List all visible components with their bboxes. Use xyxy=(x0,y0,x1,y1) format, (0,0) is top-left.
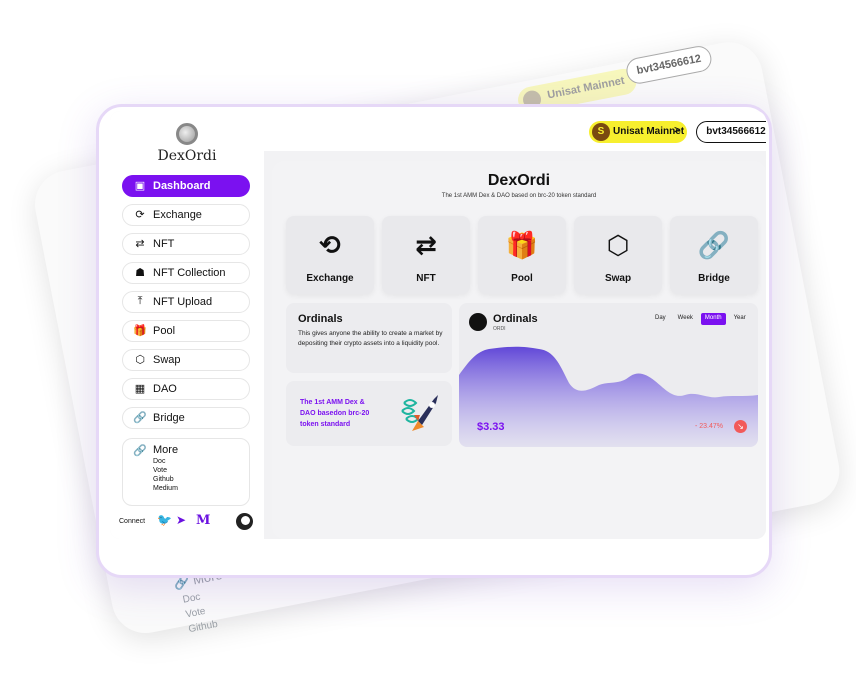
ordinals-logo-icon xyxy=(469,313,487,331)
tile-swap[interactable]: ⬡ Swap xyxy=(574,216,662,294)
tile-bridge[interactable]: 🔗 Bridge xyxy=(670,216,758,294)
device-frame: DexOrdi ▣ Dashboard ⟳ Exchange ⇄ NFT ☗ N… xyxy=(96,104,772,578)
swap-arrows-icon: ⇄ xyxy=(415,230,437,260)
sidebar-item-label: Swap xyxy=(153,354,181,366)
connect-label: Connect xyxy=(119,518,146,525)
price-chart-card: Ordinals ORDI Day Week Month Year $3.33 … xyxy=(459,303,758,447)
network-selector[interactable]: S Unisat Mainnet > xyxy=(589,121,687,143)
more-link-medium[interactable]: Medium xyxy=(153,485,249,492)
telegram-icon[interactable]: ➤ xyxy=(176,513,186,527)
tab-month[interactable]: Month xyxy=(700,313,726,325)
chart-ticker: ORDI xyxy=(493,326,506,332)
sidebar-item-label: Exchange xyxy=(153,209,202,221)
period-tabs: Day Week Month Year xyxy=(651,313,750,325)
link-icon: 🔗 xyxy=(697,230,731,260)
more-link-github[interactable]: Github xyxy=(153,476,249,483)
price-value: $3.33 xyxy=(477,421,505,433)
unisat-icon: S xyxy=(592,123,610,141)
cube-icon: ⬡ xyxy=(135,354,145,366)
tile-label: Swap xyxy=(604,273,632,284)
link-icon: 🔗 xyxy=(133,412,147,424)
more-link-doc[interactable]: Doc xyxy=(153,458,249,465)
dashboard-icon: ▣ xyxy=(134,180,146,192)
app-screen: DexOrdi ▣ Dashboard ⟳ Exchange ⇄ NFT ☗ N… xyxy=(110,111,766,539)
sidebar-item-label: Pool xyxy=(153,325,176,337)
top-bar: S Unisat Mainnet > bvt34566612 xyxy=(264,111,766,151)
ordinals-info-card: Ordinals This gives anyone the ability t… xyxy=(286,303,452,373)
tab-day[interactable]: Day xyxy=(651,313,670,325)
link-icon: 🔗 xyxy=(133,445,147,457)
background-network-label: Unisat Mainnet xyxy=(546,74,626,102)
sidebar-item-label: NFT Collection xyxy=(153,267,226,279)
page-subtitle: The 1st AMM Dex & DAO based on brc-20 to… xyxy=(441,193,597,199)
logo-text: DexOrdi xyxy=(157,148,217,164)
price-change: - 23.47% xyxy=(695,423,724,430)
tile-pool[interactable]: 🎁 Pool xyxy=(478,216,566,294)
sidebar-item-pool[interactable]: 🎁 Pool xyxy=(122,320,250,342)
sidebar-item-label: Dashboard xyxy=(153,180,211,192)
chart-title: Ordinals xyxy=(493,313,538,325)
sidebar-item-dashboard[interactable]: ▣ Dashboard xyxy=(122,175,250,197)
ordinals-card-text: This gives anyone the ability to create … xyxy=(298,330,443,347)
rocket-icon xyxy=(401,395,438,431)
sidebar-item-label: NFT Upload xyxy=(153,296,213,308)
sidebar-item-dao[interactable]: ▦ DAO xyxy=(122,378,250,400)
theme-toggle-icon[interactable] xyxy=(236,513,253,530)
sidebar-more[interactable]: 🔗 More Doc Vote Github Medium xyxy=(122,438,250,506)
page-title: DexOrdi xyxy=(487,172,551,189)
twitter-icon[interactable]: 🐦 xyxy=(157,513,172,527)
medium-icon[interactable]: M xyxy=(196,513,210,528)
gift-icon: 🎁 xyxy=(505,230,539,260)
sidebar-item-label: Bridge xyxy=(153,412,185,424)
tile-label: Exchange xyxy=(306,273,354,284)
sidebar-item-exchange[interactable]: ⟳ Exchange xyxy=(122,204,250,226)
collection-icon: ☗ xyxy=(135,267,145,279)
promo-card: The 1st AMM Dex & DAO basedon brc-20 tok… xyxy=(286,381,452,446)
sidebar-item-label: NFT xyxy=(153,238,175,250)
exchange-icon: ⟳ xyxy=(135,209,145,221)
sidebar-item-nft-upload[interactable]: ⤒ NFT Upload xyxy=(122,291,250,313)
tab-week[interactable]: Week xyxy=(674,313,697,325)
logo-icon xyxy=(176,123,198,145)
tile-label: Pool xyxy=(511,273,533,284)
sidebar-item-swap[interactable]: ⬡ Swap xyxy=(122,349,250,371)
promo-text: The 1st AMM Dex & DAO basedon brc-20 tok… xyxy=(300,399,370,428)
cube-icon: ⬡ xyxy=(606,230,630,260)
trend-down-icon: ↘ xyxy=(734,420,747,433)
sidebar: DexOrdi ▣ Dashboard ⟳ Exchange ⇄ NFT ☗ N… xyxy=(110,111,264,539)
ordinals-card-title: Ordinals xyxy=(298,313,343,325)
more-link-vote[interactable]: Vote xyxy=(153,467,249,474)
tile-label: NFT xyxy=(416,273,436,284)
more-label: More xyxy=(153,444,179,456)
sidebar-item-nft[interactable]: ⇄ NFT xyxy=(122,233,250,255)
sidebar-item-label: DAO xyxy=(153,383,177,395)
sidebar-item-bridge[interactable]: 🔗 Bridge xyxy=(122,407,250,429)
gift-icon: 🎁 xyxy=(133,325,147,337)
exchange-icon: ⟲ xyxy=(319,230,341,260)
tile-label: Bridge xyxy=(698,273,730,284)
upload-icon: ⤒ xyxy=(137,295,143,307)
tab-year[interactable]: Year xyxy=(730,313,750,325)
dashboard-panel: DexOrdi The 1st AMM Dex & DAO based on b… xyxy=(272,161,766,539)
sidebar-item-nft-collection[interactable]: ☗ NFT Collection xyxy=(122,262,250,284)
wallet-button[interactable]: bvt34566612 xyxy=(696,121,766,143)
chevron-right-icon: > xyxy=(674,125,680,136)
grid-icon: ▦ xyxy=(134,383,146,395)
swap-arrows-icon: ⇄ xyxy=(135,238,145,250)
tile-nft[interactable]: ⇄ NFT xyxy=(382,216,470,294)
tile-exchange[interactable]: ⟲ Exchange xyxy=(286,216,374,294)
background-wallet: bvt34566612 xyxy=(624,43,714,86)
